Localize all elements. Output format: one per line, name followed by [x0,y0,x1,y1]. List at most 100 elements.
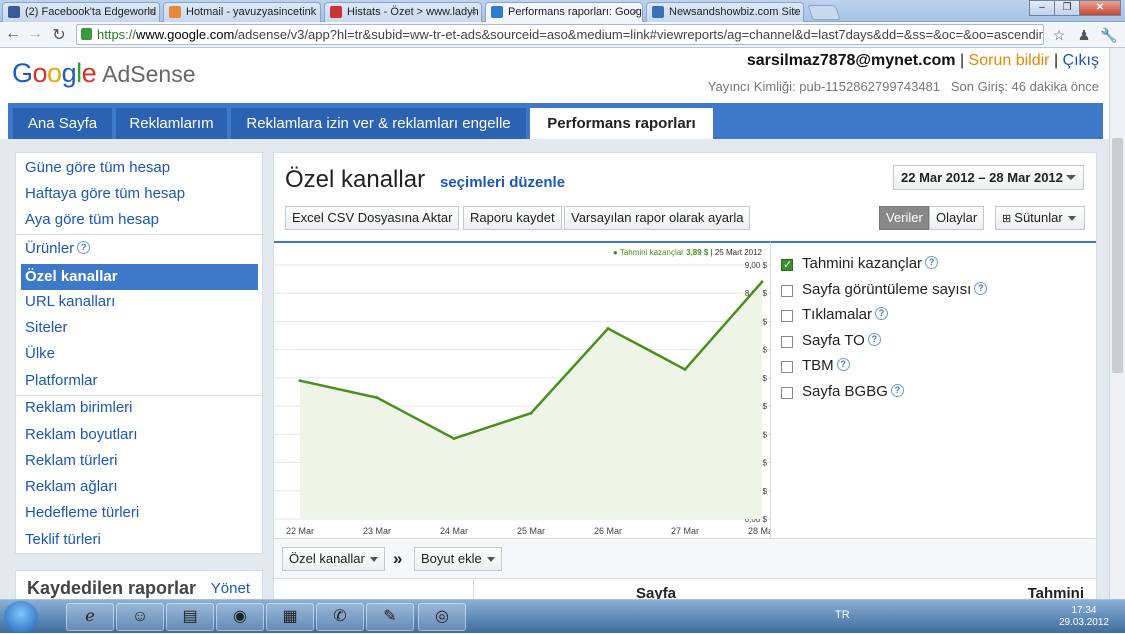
forward-icon[interactable]: → [26,25,44,43]
new-tab-button[interactable] [807,5,841,20]
chevron-down-icon [369,557,378,562]
sidebar-item-ad-types[interactable]: Reklam türleri [16,448,262,474]
sidebar-item-daily[interactable]: Güne göre tüm hesap [16,155,262,181]
table-header-cell [274,579,474,601]
sidebar-item-bid-types[interactable]: Teklif türleri [16,527,262,553]
events-toggle-button[interactable]: Olaylar [929,206,984,230]
chrome-icon[interactable]: ◎ [418,603,466,631]
x-tick-label: 24 Mar [440,526,468,536]
dimension-dropdown[interactable]: Özel kanallar [282,547,385,571]
tab-home[interactable]: Ana Sayfa [13,108,112,139]
help-icon[interactable]: ? [974,281,988,295]
metric-checkbox[interactable] [781,310,793,322]
sidebar-item-ad-networks[interactable]: Reklam ağları [16,474,262,500]
metric-label[interactable]: Tahmini kazançlar? [802,255,939,272]
tab-performance-reports[interactable]: Performans raporları [530,108,713,139]
globe-icon [652,6,664,18]
data-point [683,367,687,371]
browser-tab[interactable]: (2) Facebook'ta Edgeworld × [2,2,160,22]
arrow-icon: » [393,549,403,568]
scrollbar-thumb[interactable] [1112,138,1123,373]
help-icon[interactable]: ? [77,241,91,254]
metric-label[interactable]: Sayfa BGBG? [802,383,904,400]
help-icon[interactable]: ? [867,332,881,346]
close-tab-icon[interactable]: × [310,3,316,21]
close-tab-icon[interactable]: × [149,3,155,21]
minimize-button[interactable]: – [1029,0,1055,16]
metric-checkbox[interactable] [781,284,793,297]
help-icon[interactable]: ? [836,358,850,371]
sidebar-item-platforms[interactable]: Platformlar [16,368,262,394]
columns-button[interactable]: ⊞ Sütunlar [995,206,1085,230]
close-window-button[interactable]: ✕ [1079,0,1121,16]
tab-allow-block-ads[interactable]: Reklamlara izin ver & reklamları engelle [231,108,526,139]
metric-checkbox[interactable] [781,335,793,348]
start-button[interactable] [4,601,38,633]
sidebar-item-targeting-types[interactable]: Hedefleme türleri [16,500,262,526]
report-issue-link[interactable]: Sorun bildir [969,52,1050,69]
sidebar-item-weekly[interactable]: Haftaya göre tüm hesap [16,181,262,207]
address-bar[interactable]: https://www.google.com/adsense/v3/app?hl… [76,24,1044,45]
metric-checkbox[interactable] [781,361,793,373]
close-tab-icon[interactable]: × [471,3,477,21]
sidebar-item-ad-units[interactable]: Reklam birimleri [16,395,262,421]
reload-icon[interactable]: ↻ [50,25,68,45]
date-range-picker[interactable]: 22 Mar 2012 – 28 Mar 2012 [893,165,1084,190]
add-dimension-button[interactable]: Boyut ekle [414,547,502,571]
browser-tab[interactable]: Hotmail - yavuzyasincetink × [163,2,321,22]
tab-my-ads[interactable]: Reklamlarım [116,108,227,139]
set-default-report-button[interactable]: Varsayılan rapor olarak ayarla [564,206,751,230]
manage-saved-reports-link[interactable]: Yönet [211,580,250,597]
histats-icon [330,6,342,18]
bookmark-star-icon[interactable]: ☆ [1050,26,1068,44]
extension-icon[interactable]: ♟ [1075,26,1093,44]
sidebar-item-ad-sizes[interactable]: Reklam boyutları [16,422,262,448]
browser-tab[interactable]: Newsandshowbiz.com Site × [646,2,804,22]
browser-tab[interactable]: Performans raporları: Googl × [485,2,643,23]
logout-link[interactable]: Çıkış [1063,52,1099,69]
help-icon[interactable]: ? [890,383,904,397]
export-csv-button[interactable]: Excel CSV Dosyasına Aktar [285,206,460,230]
network-app-icon[interactable]: ▦ [266,603,314,631]
chevron-down-icon [1066,175,1076,180]
language-indicator[interactable]: TR [835,609,850,621]
save-report-button[interactable]: Raporu kaydet [463,206,562,230]
maximize-button[interactable]: ❐ [1054,0,1080,16]
sidebar-item-custom-channels[interactable]: Özel kanallar [21,264,258,290]
metric-label[interactable]: TBM? [802,357,850,374]
window-controls: – ❐ ✕ [1029,0,1121,18]
sidebar-item-sites[interactable]: Siteler [16,315,262,341]
close-tab-icon[interactable]: × [632,3,638,21]
folder-icon[interactable]: ▤ [166,603,214,631]
data-point [298,379,302,383]
wrench-icon[interactable]: 🔧 [1100,26,1118,44]
metric-label-text: Tıklamalar [802,306,873,323]
app-icon[interactable]: ◉ [216,603,264,631]
help-icon[interactable]: ? [875,307,889,320]
page-scrollbar[interactable] [1109,48,1125,599]
help-icon[interactable]: ? [925,256,939,269]
sidebar-item-monthly[interactable]: Aya göre tüm hesap [16,207,262,233]
back-icon[interactable]: ← [4,25,22,43]
internet-explorer-icon[interactable]: ℯ [66,603,114,631]
browser-tab-title: Histats - Özet > www.ladyh [347,6,479,18]
google-talk-icon[interactable]: ✆ [316,603,364,631]
sidebar-item-url-channels[interactable]: URL kanalları [16,289,262,315]
adsense-logo[interactable]: Google AdSense [12,58,196,89]
metric-checkbox[interactable] [781,386,793,399]
metric-label[interactable]: Sayfa TO? [802,332,881,349]
earnings-chart[interactable]: 0,00 $1,00 $2,00 $3,00 $4,00 $5,00 $6,00… [274,241,776,538]
messenger-icon[interactable]: ☺ [116,603,164,631]
sidebar-item-country[interactable]: Ülke [16,341,262,367]
sidebar-item-products[interactable]: Ürünler? [16,236,262,262]
close-tab-icon[interactable]: × [793,3,799,21]
metric-checkbox[interactable] [781,258,793,271]
metric-label[interactable]: Sayfa görüntüleme sayısı? [802,281,988,298]
edit-selection-link[interactable]: seçimleri düzenle [440,174,565,191]
chevron-down-icon [486,557,495,562]
browser-tab[interactable]: Histats - Özet > www.ladyh × [324,2,482,22]
metric-label[interactable]: Tıklamalar? [802,306,889,323]
paint-icon[interactable]: ✎ [366,603,414,631]
data-toggle-button[interactable]: Veriler [879,206,929,230]
clock[interactable]: 17:34 29.03.2012 [1059,605,1109,629]
